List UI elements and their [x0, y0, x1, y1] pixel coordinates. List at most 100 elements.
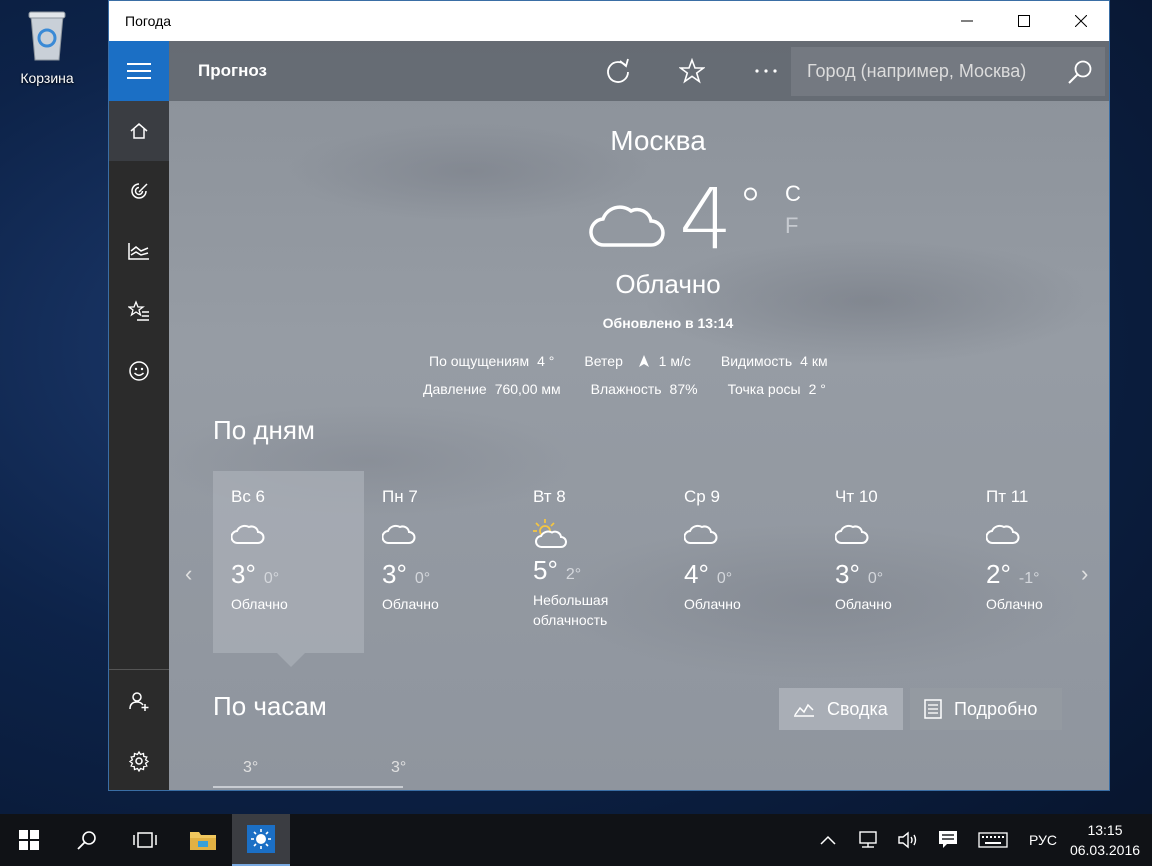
clock-date: 06.03.2016: [1069, 842, 1141, 858]
details-row: Давление 760,00 мм Влажность 87% Точка рос…: [423, 375, 858, 403]
cloud-icon: [381, 519, 515, 551]
day-name: Чт 10: [835, 487, 878, 506]
close-button[interactable]: [1052, 1, 1109, 41]
fahrenheit-toggle[interactable]: F: [785, 213, 798, 239]
day-card[interactable]: Ср 9 4° 0° Облачно: [666, 471, 817, 653]
sidebar: [109, 41, 169, 790]
day-condition: Облачно: [382, 596, 439, 612]
more-icon: [755, 69, 777, 73]
refresh-icon: [607, 58, 629, 83]
input-language[interactable]: РУС: [1018, 832, 1068, 848]
notification-icon: [939, 831, 957, 848]
add-user-icon: [129, 692, 149, 711]
search-icon: [77, 831, 96, 850]
refresh-button[interactable]: [588, 41, 648, 101]
task-view-icon: [133, 832, 157, 848]
gear-icon: [128, 750, 150, 772]
clock[interactable]: 13:15 06.03.2016: [1068, 820, 1142, 860]
network-icon: [859, 831, 877, 848]
chart-icon: [128, 243, 149, 260]
hourly-chart-line: [213, 786, 403, 788]
window-title: Погода: [125, 13, 172, 29]
details-row: По ощущениям 4 ° Ветер 1 м/с Видимость 4 к…: [429, 347, 858, 375]
sidebar-item-forecast[interactable]: [109, 101, 169, 161]
action-center-button[interactable]: [928, 814, 968, 866]
sidebar-item-historical[interactable]: [109, 221, 169, 281]
day-card[interactable]: Пт 11 2° -1° Облачно: [968, 471, 1109, 653]
day-card[interactable]: Вс 6 3° 0° Облачно: [213, 471, 364, 653]
touch-keyboard-button[interactable]: [968, 814, 1018, 866]
start-button[interactable]: [0, 814, 58, 866]
favorite-button[interactable]: [662, 41, 722, 101]
visibility: Видимость 4 км: [720, 353, 828, 369]
pressure: Давление 760,00 мм: [423, 381, 561, 397]
weather-window: Погода Прогноз Город (например, Москва) …: [108, 0, 1110, 791]
favorites-list-icon: [128, 300, 149, 321]
chevron-up-icon: [820, 835, 836, 845]
city-name: Москва: [610, 125, 706, 156]
day-temps: 3° 0°: [231, 559, 280, 589]
speaker-icon: [898, 831, 917, 849]
sidebar-item-feedback[interactable]: [109, 341, 169, 401]
recycle-bin[interactable]: Корзина: [12, 8, 82, 86]
day-condition: Небольшая облачность: [533, 592, 609, 628]
updated-time: Обновлено в 13:14: [602, 315, 734, 331]
home-icon: [130, 123, 148, 139]
weather-details: По ощущениям 4 ° Ветер 1 м/с Видимость 4 к…: [423, 347, 858, 403]
list-icon: [924, 699, 942, 719]
day-temps: 3° 0°: [835, 559, 884, 589]
cloud-icon: [985, 519, 1109, 551]
city-search-input[interactable]: [791, 61, 1055, 82]
volume-button[interactable]: [888, 814, 928, 866]
previous-days-arrow[interactable]: ‹: [185, 561, 192, 587]
cloud-icon: [230, 519, 364, 551]
show-hidden-icons-button[interactable]: [808, 814, 848, 866]
recycle-bin-label: Корзина: [20, 70, 74, 86]
day-card[interactable]: Вт 8 5° 2° Небольшая облачность: [515, 471, 666, 653]
system-tray: РУС 13:15 06.03.2016: [808, 814, 1152, 866]
sidebar-item-maps[interactable]: [109, 161, 169, 221]
cloud-icon: [589, 195, 665, 254]
taskbar: РУС 13:15 06.03.2016: [0, 814, 1152, 866]
file-explorer-button[interactable]: [174, 814, 232, 866]
celsius-toggle[interactable]: C: [785, 181, 801, 207]
summary-view-button[interactable]: Сводка: [779, 688, 903, 730]
maximize-icon: [1017, 15, 1030, 27]
daily-section-title: По дням: [213, 415, 315, 445]
day-condition: Облачно: [986, 596, 1043, 612]
search-button[interactable]: [1055, 47, 1105, 96]
network-button[interactable]: [848, 814, 888, 866]
close-icon: [1074, 15, 1087, 27]
clock-time: 13:15: [1087, 822, 1123, 838]
day-name: Пн 7: [382, 487, 418, 506]
recycle-bin-icon: [25, 8, 69, 62]
sidebar-item-account[interactable]: [109, 671, 169, 731]
search-taskbar-button[interactable]: [58, 814, 116, 866]
day-card[interactable]: Пн 7 3° 0° Облачно: [364, 471, 515, 653]
task-view-button[interactable]: [116, 814, 174, 866]
partly-sunny-icon: [533, 519, 666, 551]
weather-taskbar-button[interactable]: [232, 814, 290, 866]
hamburger-menu-button[interactable]: [109, 41, 169, 101]
maximize-button[interactable]: [995, 1, 1052, 41]
sidebar-item-places[interactable]: [109, 281, 169, 341]
day-condition: Облачно: [231, 596, 288, 612]
humidity: Влажность 87%: [590, 381, 698, 397]
dew-point: Точка росы 2 °: [727, 381, 826, 397]
details-view-label: Подробно: [954, 698, 1038, 719]
current-condition: Облачно: [615, 269, 721, 299]
smiley-icon: [129, 361, 149, 381]
radar-icon: [131, 183, 148, 199]
next-days-arrow[interactable]: ›: [1081, 561, 1088, 587]
page-title: Прогноз: [198, 61, 267, 80]
day-condition: Облачно: [835, 596, 892, 612]
day-name: Ср 9: [684, 487, 720, 506]
app-area: Прогноз Город (например, Москва) Москва …: [109, 41, 1109, 790]
minimize-button[interactable]: [938, 1, 995, 41]
day-temps: 3° 0°: [382, 559, 431, 589]
star-icon: [679, 58, 705, 84]
details-view-button[interactable]: Подробно: [910, 688, 1062, 730]
sidebar-item-settings[interactable]: [109, 731, 169, 790]
day-card[interactable]: Чт 10 3° 0° Облачно: [817, 471, 968, 653]
more-options-button[interactable]: [736, 41, 796, 101]
